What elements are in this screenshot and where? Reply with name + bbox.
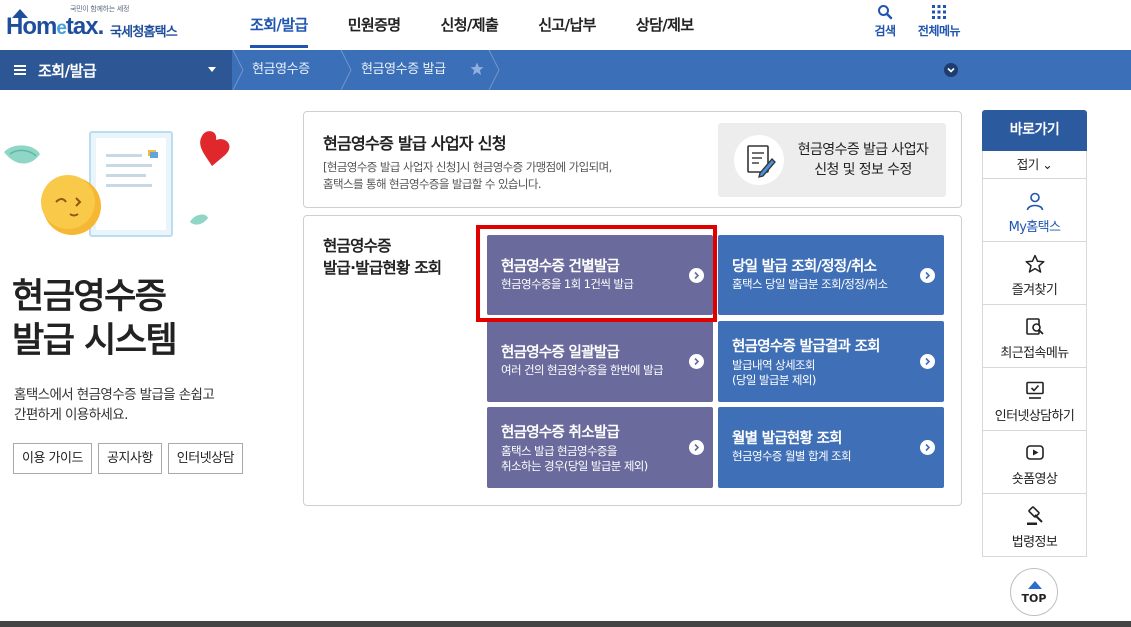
quick-item-my-hometax[interactable]: My홈택스 bbox=[982, 179, 1087, 242]
arrow-right-circle-icon bbox=[689, 440, 704, 455]
expand-circle-icon[interactable] bbox=[944, 63, 958, 77]
breadcrumb-chevron-icon bbox=[340, 50, 352, 90]
logo-korean-name: 국세청홈택스 bbox=[110, 25, 178, 40]
issue-result-inquiry-tile[interactable]: 현금영수증 발급결과 조회 발급내역 상세조회 (당일 발급분 제외) bbox=[718, 321, 944, 402]
quick-item-online-consult[interactable]: 인터넷상담하기 bbox=[982, 368, 1087, 431]
breadcrumb: 조회/발급 현금영수증 현금영수증 발급 bbox=[0, 50, 1131, 90]
quick-item-recent-menu[interactable]: 최근접속메뉴 bbox=[982, 305, 1087, 368]
grid-icon bbox=[932, 5, 946, 19]
logo-wordmark: Hometax. bbox=[6, 13, 104, 40]
panel-description: [현금영수증 발급 사업자 신청]시 현금영수증 가맹점에 가입되며, 홈택스를… bbox=[323, 160, 612, 191]
search-button[interactable]: 검색 bbox=[868, 4, 902, 39]
quick-menu-fold-button[interactable]: 접기 ⌄ bbox=[982, 151, 1087, 179]
play-video-icon bbox=[1026, 445, 1044, 460]
search-icon bbox=[878, 5, 893, 20]
monthly-status-tile[interactable]: 월별 발급현황 조회 현금영수증 월별 합계 조회 bbox=[718, 407, 944, 488]
nav-item-report-pay[interactable]: 신고/납부 bbox=[518, 0, 616, 50]
usage-guide-button[interactable]: 이용 가이드 bbox=[13, 443, 92, 474]
gavel-icon bbox=[1027, 506, 1043, 525]
highlight-box bbox=[476, 225, 717, 322]
nav-item-consult-report[interactable]: 상담/제보 bbox=[616, 0, 714, 50]
receipt-illustration bbox=[4, 131, 230, 237]
hero-button-group: 이용 가이드 공지사항 인터넷상담 bbox=[13, 443, 249, 474]
breadcrumb-item-cash-receipt-issue[interactable]: 현금영수증 발급 bbox=[361, 50, 446, 90]
nav-item-inquiry-issue[interactable]: 조회/발급 bbox=[230, 0, 328, 50]
scroll-top-button[interactable]: TOP bbox=[1010, 568, 1058, 616]
menu-select-dropdown[interactable]: 조회/발급 bbox=[0, 50, 232, 90]
quick-menu: 바로가기 접기 ⌄ My홈택스 즐겨찾기 최근접속메뉴 인터넷상담하기 숏폼영상… bbox=[982, 110, 1087, 557]
document-search-icon bbox=[1026, 318, 1044, 335]
footer-edge bbox=[0, 621, 1131, 627]
arrow-right-circle-icon bbox=[920, 440, 935, 455]
bulk-issue-tile[interactable]: 현금영수증 일괄발급 여러 건의 현금영수증을 한번에 발급 bbox=[487, 321, 713, 402]
panel-title: 현금영수증 발급·발급현황 조회 bbox=[323, 237, 442, 277]
breadcrumb-chevron-icon bbox=[232, 50, 244, 90]
quick-menu-title: 바로가기 bbox=[982, 110, 1087, 151]
quick-item-law-info[interactable]: 법령정보 bbox=[982, 494, 1087, 557]
issuer-apply-button[interactable]: 현금영수증 발급 사업자 신청 및 정보 수정 bbox=[718, 123, 946, 197]
arrow-right-circle-icon bbox=[920, 268, 935, 283]
nav-item-certificates[interactable]: 민원증명 bbox=[328, 0, 421, 50]
hometax-logo[interactable]: 국민이 함께하는 세정 Hometax. 국세청홈택스 bbox=[6, 4, 196, 46]
arrow-right-circle-icon bbox=[920, 354, 935, 369]
top-header: 국민이 함께하는 세정 Hometax. 국세청홈택스 조회/발급 민원증명 신… bbox=[0, 0, 1131, 50]
hero-description: 홈택스에서 현금영수증 발급을 손쉽고 간편하게 이용하세요. bbox=[14, 387, 215, 423]
main-nav: 조회/발급 민원증명 신청/제출 신고/납부 상담/제보 bbox=[230, 0, 714, 50]
nav-item-apply-submit[interactable]: 신청/제출 bbox=[421, 0, 519, 50]
document-edit-icon bbox=[734, 135, 784, 185]
caret-down-icon bbox=[208, 67, 216, 72]
issuer-apply-panel: 현금영수증 발급 사업자 신청 [현금영수증 발급 사업자 신청]시 현금영수증… bbox=[303, 111, 962, 208]
breadcrumb-chevron-icon bbox=[488, 50, 500, 90]
same-day-inquiry-tile[interactable]: 당일 발급 조회/정정/취소 홈택스 당일 발급분 조회/정정/취소 bbox=[718, 235, 944, 315]
monitor-check-icon bbox=[1026, 381, 1044, 399]
notice-button[interactable]: 공지사항 bbox=[97, 443, 162, 474]
star-icon bbox=[1025, 254, 1045, 273]
issuer-apply-button-label: 현금영수증 발급 사업자 신청 및 정보 수정 bbox=[797, 142, 929, 178]
arrow-right-circle-icon bbox=[689, 354, 704, 369]
quick-item-favorites[interactable]: 즐겨찾기 bbox=[982, 242, 1087, 305]
panel-title: 현금영수증 발급 사업자 신청 bbox=[323, 134, 507, 153]
all-menu-button[interactable]: 전체메뉴 bbox=[911, 4, 967, 39]
favorite-star-icon[interactable] bbox=[470, 62, 484, 76]
hero-title: 현금영수증 발급 시스템 bbox=[12, 277, 178, 361]
online-consult-button[interactable]: 인터넷상담 bbox=[167, 443, 244, 474]
menu-select-label: 조회/발급 bbox=[38, 61, 97, 80]
user-icon bbox=[1026, 192, 1044, 211]
cancel-issue-tile[interactable]: 현금영수증 취소발급 홈택스 발급 현금영수증을 취소하는 경우(당일 발급분 … bbox=[487, 407, 713, 488]
hamburger-icon bbox=[14, 65, 26, 75]
breadcrumb-item-cash-receipt[interactable]: 현금영수증 bbox=[252, 50, 310, 90]
search-label: 검색 bbox=[874, 24, 896, 38]
all-menu-label: 전체메뉴 bbox=[917, 24, 961, 38]
arrow-up-icon bbox=[1028, 581, 1042, 589]
quick-item-shortform-video[interactable]: 숏폼영상 bbox=[982, 431, 1087, 494]
